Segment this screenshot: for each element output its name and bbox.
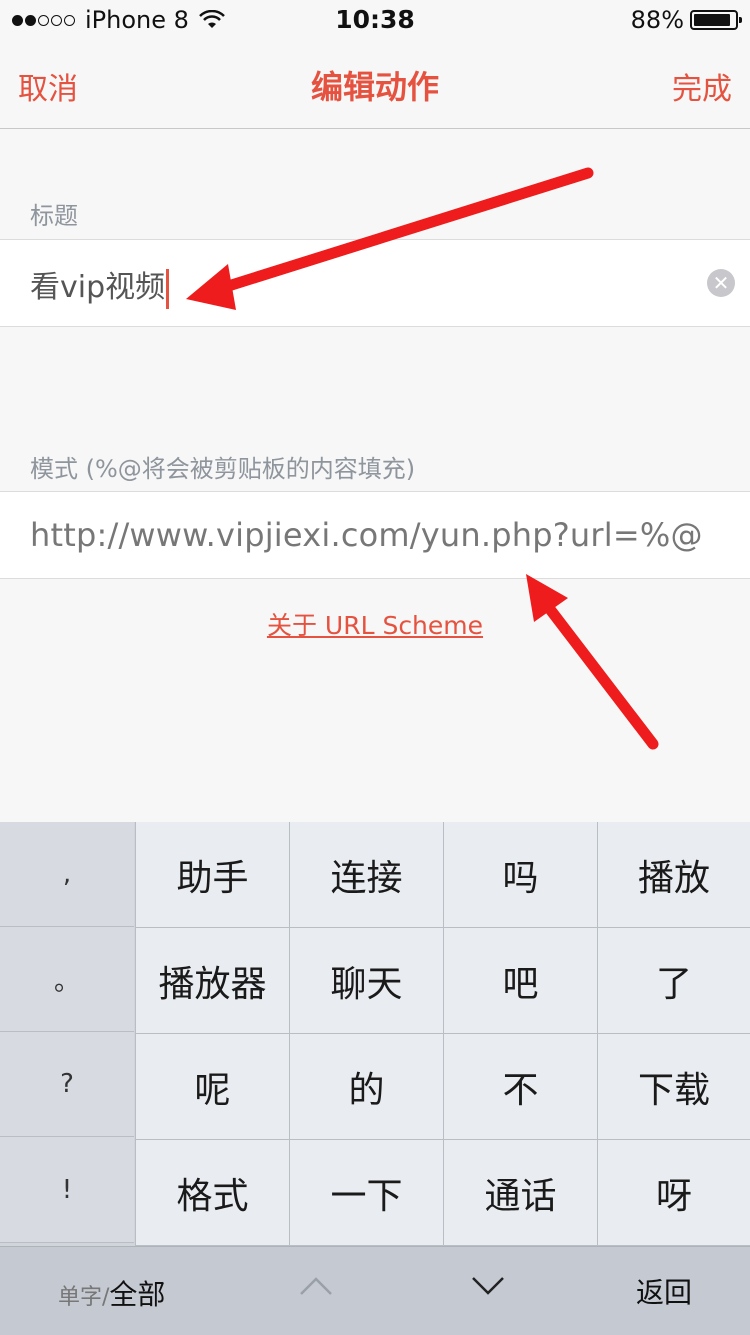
arrow-to-title: [186, 167, 594, 310]
candidate-key[interactable]: 播放: [597, 822, 750, 928]
chevron-up-icon[interactable]: [298, 1275, 334, 1297]
candidate-key[interactable]: 呀: [597, 1140, 750, 1246]
punct-key[interactable]: ?: [0, 1032, 134, 1137]
keyboard: , 。 ? ! 助手 连接 吗 播放 播放器 聊天 吧 了 呢 的 不 下载 格…: [0, 822, 750, 1335]
return-button[interactable]: 返回: [636, 1271, 692, 1311]
candidate-grid: 助手 连接 吗 播放 播放器 聊天 吧 了 呢 的 不 下载 格式 一下 通话 …: [135, 822, 750, 1246]
punct-key[interactable]: 。: [0, 927, 134, 1032]
mode-toggle-button[interactable]: 单字/全部: [58, 1273, 165, 1313]
candidate-key[interactable]: 呢: [135, 1034, 289, 1140]
candidate-key[interactable]: 的: [289, 1034, 443, 1140]
candidate-key[interactable]: 通话: [443, 1140, 597, 1246]
candidate-key[interactable]: 吧: [443, 928, 597, 1034]
candidate-key[interactable]: 助手: [135, 822, 289, 928]
candidate-key[interactable]: 连接: [289, 822, 443, 928]
candidate-key[interactable]: 播放器: [135, 928, 289, 1034]
candidate-key[interactable]: 一下: [289, 1140, 443, 1246]
chevron-down-icon[interactable]: [470, 1275, 506, 1297]
candidate-key[interactable]: 吗: [443, 822, 597, 928]
punct-key[interactable]: ,: [0, 822, 134, 927]
keyboard-bottom-bar: 单字/全部 返回: [0, 1246, 750, 1335]
punct-key[interactable]: !: [0, 1137, 134, 1243]
annotation-arrows: [186, 167, 659, 750]
candidate-key[interactable]: 格式: [135, 1140, 289, 1246]
mode-single-label: 单字/: [58, 1285, 110, 1310]
candidate-key[interactable]: 下载: [597, 1034, 750, 1140]
mode-all-label: 全部: [109, 1278, 166, 1311]
candidate-key[interactable]: 了: [597, 928, 750, 1034]
candidate-key[interactable]: 聊天: [289, 928, 443, 1034]
candidate-key[interactable]: 不: [443, 1034, 597, 1140]
arrow-to-url: [526, 574, 659, 750]
punctuation-column: , 。 ? !: [0, 822, 134, 1243]
